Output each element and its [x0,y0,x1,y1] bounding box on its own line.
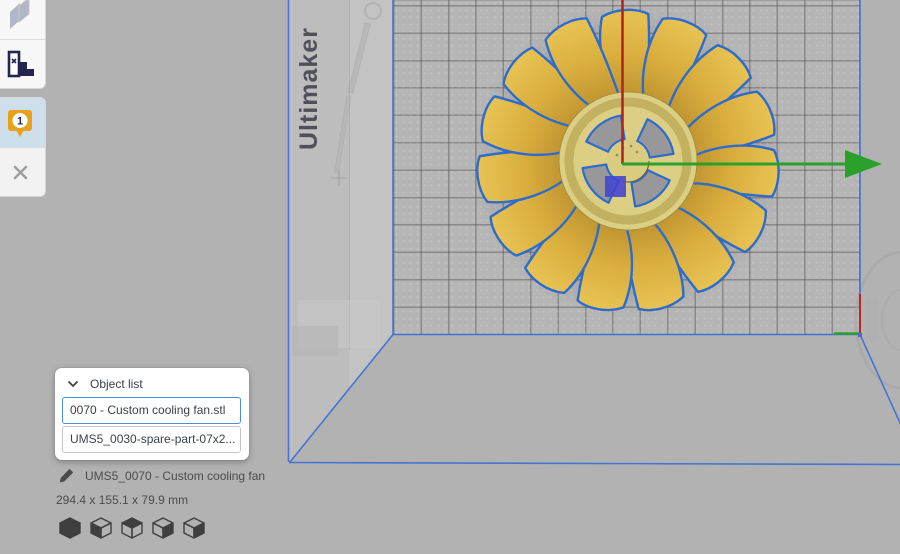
marker-badge: 1 [17,115,23,127]
object-list-item[interactable]: 0070 - Custom cooling fan.stl [62,397,241,424]
model-dimensions: 294.4 x 155.1 x 79.9 mm [56,493,188,507]
object-list-item[interactable]: UMS5_0030-spare-part-07x2... [62,426,241,453]
mirror-tool-button[interactable] [0,0,45,39]
close-tool-button[interactable] [0,147,45,196]
marker-icon: 1 [4,107,36,139]
camera-view-buttons [58,517,206,539]
object-list-header[interactable]: Object list [67,377,143,391]
marker-tool-button[interactable]: 1 [0,98,45,147]
close-icon [12,164,29,181]
pencil-icon[interactable] [59,468,74,483]
per-model-settings-button[interactable] [0,39,45,88]
view-top-button[interactable] [120,517,144,539]
hub-center [607,140,649,182]
object-list-title: Object list [90,377,143,391]
object-list-panel: Object list 0070 - Custom cooling fan.st… [55,368,249,460]
mirror-icon [5,0,35,32]
toolbar-group-top [0,0,46,89]
view-left-button[interactable] [151,517,175,539]
x-axis-arrowhead[interactable] [845,150,882,178]
z-axis-handle[interactable] [605,176,626,197]
view-right-button[interactable] [182,517,206,539]
spool-holder [856,252,900,388]
per-model-settings-icon [5,49,35,79]
selected-model-row: UMS5_0070 - Custom cooling fan [59,468,265,483]
chevron-down-icon [67,380,79,388]
view-3d-button[interactable] [58,517,82,539]
selected-model-name: UMS5_0070 - Custom cooling fan [85,469,265,483]
toolbar-group-bottom: 1 [0,97,46,197]
application-window: Ultimaker [0,0,900,554]
view-front-button[interactable] [89,517,113,539]
crosshair-marker [331,170,347,186]
